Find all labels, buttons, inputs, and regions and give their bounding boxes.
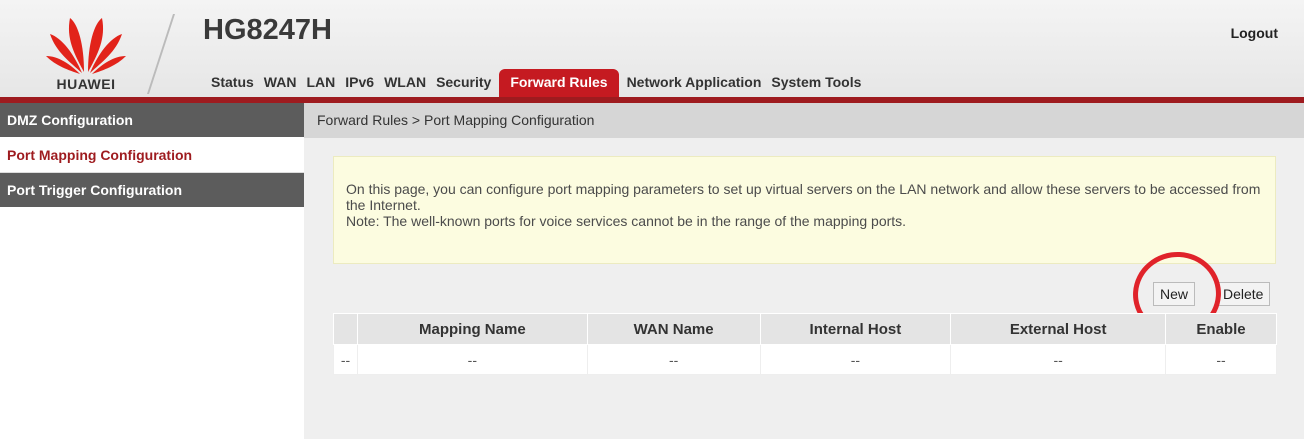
notice-text: On this page, you can configure port map… — [346, 181, 1261, 213]
header: HUAWEI HG8247H Logout Status WAN LAN IPv… — [0, 0, 1304, 97]
sidebar-item-dmz[interactable]: DMZ Configuration — [0, 103, 304, 137]
column-header-enable: Enable — [1165, 313, 1277, 345]
column-header-internal-host: Internal Host — [759, 313, 952, 345]
nav-wan[interactable]: WAN — [259, 74, 302, 97]
cell-enable: -- — [1165, 344, 1277, 375]
sidebar-item-port-trigger[interactable]: Port Trigger Configuration — [0, 173, 304, 207]
cell-external-host: -- — [950, 344, 1167, 375]
nav-forward-rules[interactable]: Forward Rules — [499, 69, 619, 97]
new-button[interactable]: New — [1153, 282, 1196, 306]
port-mapping-table: Mapping Name WAN Name Internal Host Exte… — [333, 313, 1277, 375]
device-model: HG8247H — [203, 14, 332, 46]
info-notice: On this page, you can configure port map… — [333, 156, 1276, 264]
nav-system-tools[interactable]: System Tools — [766, 74, 866, 97]
huawei-logo: HUAWEI — [0, 0, 180, 97]
cell-select: -- — [333, 344, 358, 375]
sidebar-item-port-mapping[interactable]: Port Mapping Configuration — [0, 137, 304, 173]
cell-mapping-name: -- — [356, 344, 588, 375]
column-header-external-host: External Host — [950, 313, 1167, 345]
huawei-logo-icon — [46, 18, 126, 74]
main-nav: Status WAN LAN IPv6 WLAN Security Forwar… — [206, 67, 866, 97]
nav-wlan[interactable]: WLAN — [379, 74, 431, 97]
column-header-wan-name: WAN Name — [586, 313, 761, 345]
notice-note: Note: The well-known ports for voice ser… — [346, 213, 907, 229]
logout-link[interactable]: Logout — [1231, 25, 1278, 41]
main-content: Forward Rules > Port Mapping Configurati… — [304, 103, 1304, 439]
column-header-select — [333, 313, 358, 345]
nav-ipv6[interactable]: IPv6 — [340, 74, 379, 97]
cell-internal-host: -- — [759, 344, 952, 375]
nav-status[interactable]: Status — [206, 74, 259, 97]
table-header-row: Mapping Name WAN Name Internal Host Exte… — [333, 313, 1277, 345]
table-row[interactable]: -- -- -- -- -- -- — [333, 344, 1277, 375]
nav-lan[interactable]: LAN — [301, 74, 340, 97]
cell-wan-name: -- — [586, 344, 761, 375]
delete-button[interactable]: Delete — [1216, 282, 1271, 306]
nav-security[interactable]: Security — [431, 74, 496, 97]
logo-text: HUAWEI — [56, 76, 116, 92]
column-header-mapping-name: Mapping Name — [356, 313, 588, 345]
nav-network-application[interactable]: Network Application — [622, 74, 767, 97]
sidebar: DMZ Configuration Port Mapping Configura… — [0, 103, 304, 439]
breadcrumb: Forward Rules > Port Mapping Configurati… — [304, 103, 1304, 138]
